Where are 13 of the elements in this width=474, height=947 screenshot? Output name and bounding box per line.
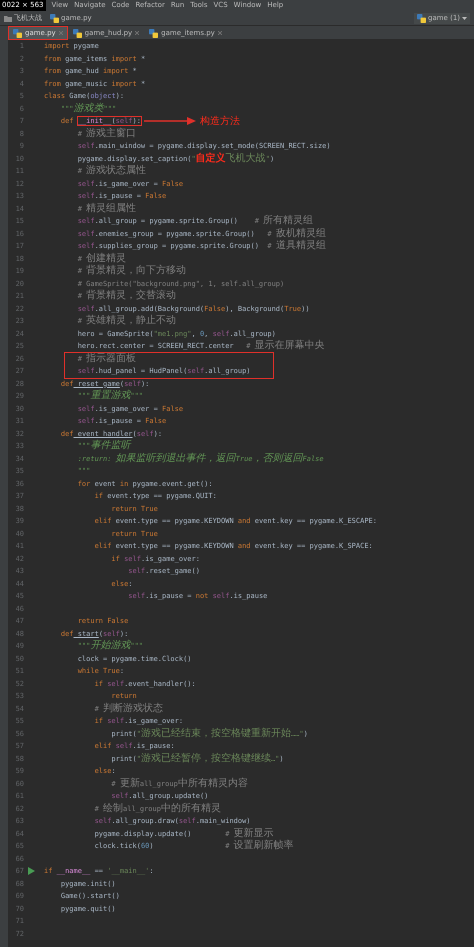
python-file-icon [417,14,426,22]
python-file-icon [149,28,158,38]
caret-icon [462,16,467,20]
close-icon[interactable] [135,31,140,35]
callout-arrow [144,117,196,126]
folder-icon [4,14,12,22]
close-icon[interactable] [58,31,63,35]
callout-label: 构造方法 [200,114,240,129]
close-icon[interactable] [218,31,222,35]
run-icon[interactable] [28,867,34,876]
python-file-icon [50,14,59,22]
python-file-icon [72,28,82,38]
python-file-icon [13,28,22,38]
